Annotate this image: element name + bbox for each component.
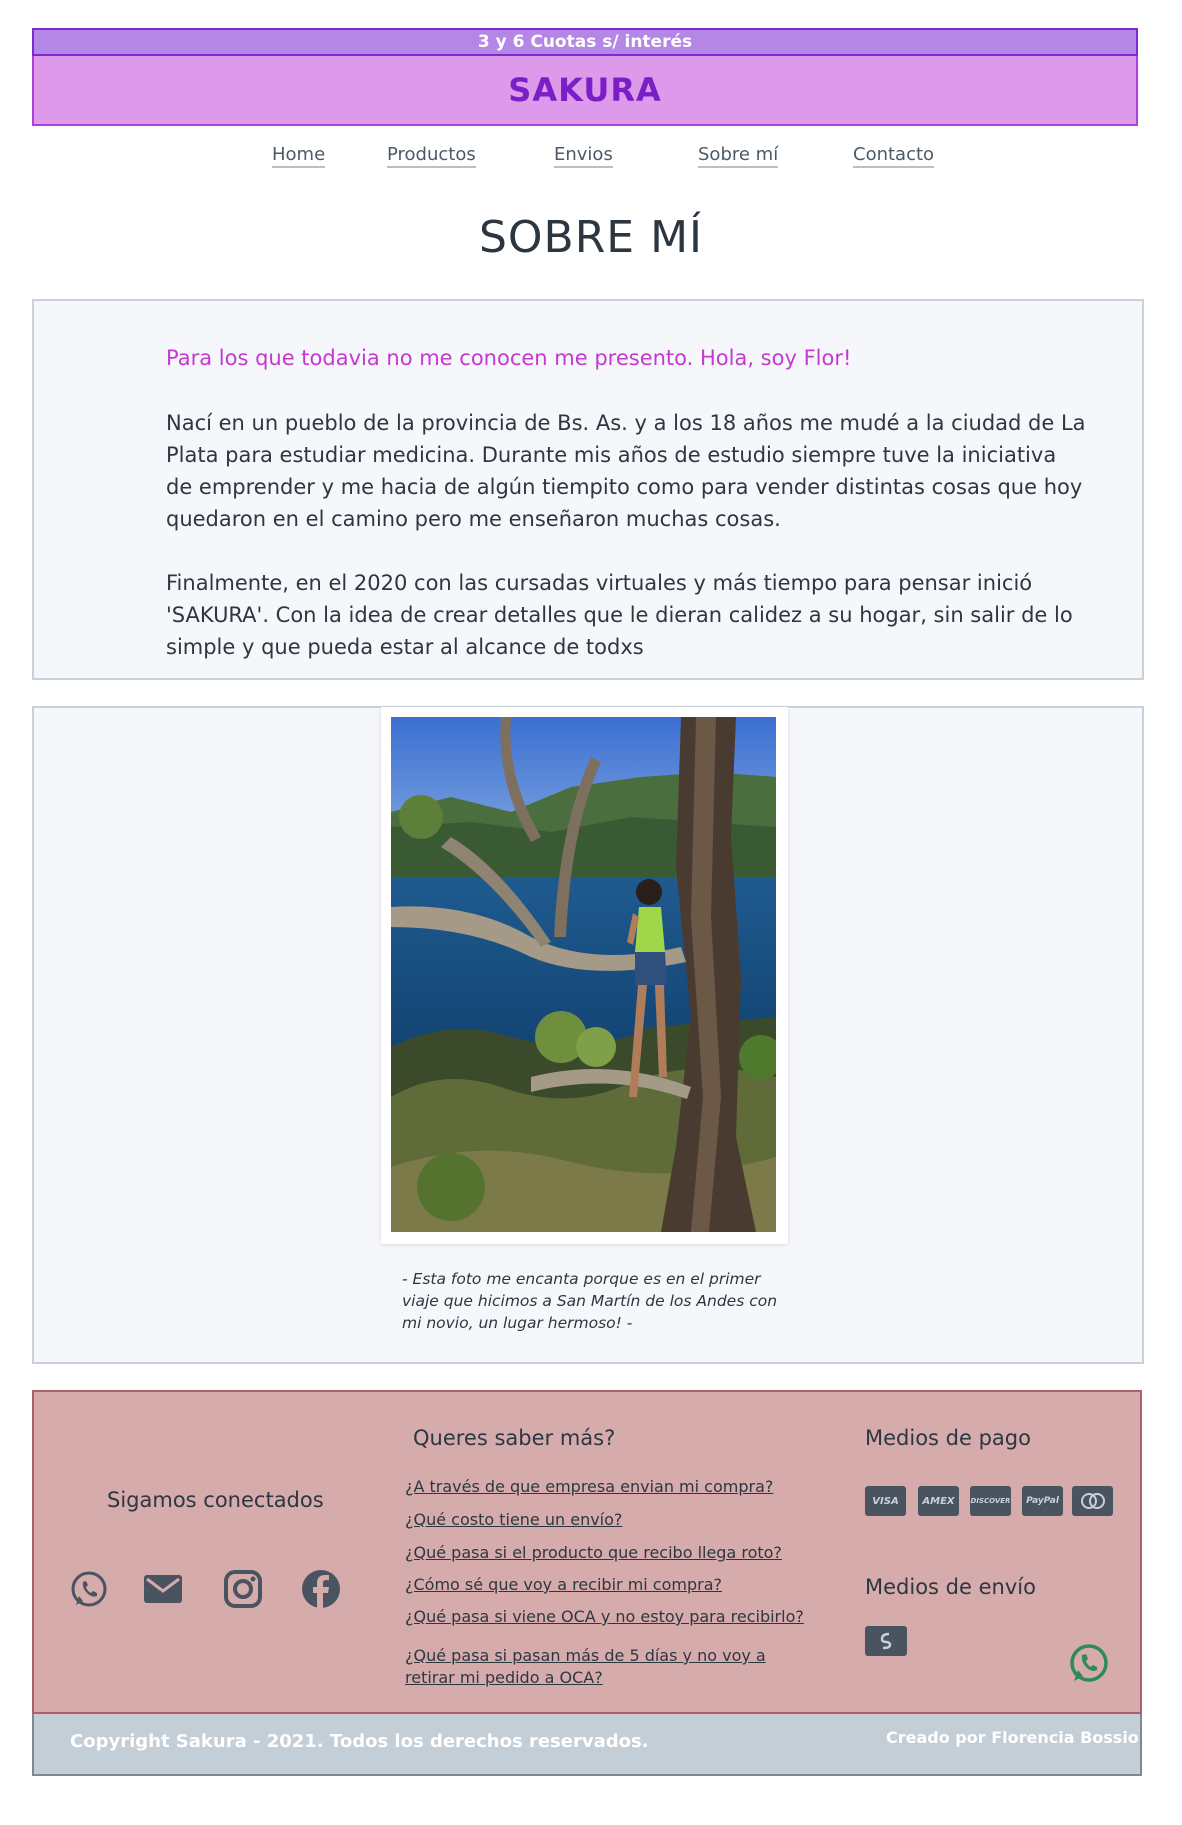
copyright-text: Copyright Sakura - 2021. Todos los derec… [70, 1731, 649, 1752]
brand-header: SAKURA [32, 56, 1138, 126]
nav-contacto[interactable]: Contacto [853, 144, 935, 168]
mastercard-icon [1072, 1486, 1113, 1516]
whatsapp-float-icon[interactable] [1066, 1640, 1112, 1686]
faq-link[interactable]: ¿Qué pasa si pasan más de 5 días y no vo… [405, 1645, 795, 1689]
discover-label: DISCOVER [970, 1497, 1011, 1505]
faq-heading: Queres saber más? [413, 1426, 616, 1450]
nav-sobre-mi[interactable]: Sobre mí [698, 144, 779, 168]
credits-text: Creado por Florencia Bossio [886, 1728, 1139, 1747]
discover-icon: DISCOVER [970, 1486, 1011, 1516]
brand-logo-text[interactable]: SAKURA [508, 71, 661, 109]
instagram-icon[interactable] [222, 1568, 264, 1610]
paypal-label: PayPal [1026, 1496, 1059, 1506]
mail-icon[interactable] [142, 1568, 184, 1610]
about-intro: Para los que todavia no me conocen me pr… [166, 346, 852, 370]
promo-bar: 3 y 6 Cuotas s/ interés [32, 28, 1138, 56]
amex-label: AMEX [922, 1495, 955, 1507]
payment-heading: Medios de pago [865, 1426, 1031, 1450]
oca-shipping-icon [865, 1626, 907, 1656]
about-paragraph: Finalmente, en el 2020 con las cursadas … [166, 571, 1073, 659]
paypal-icon: PayPal [1022, 1486, 1063, 1516]
nav-productos[interactable]: Productos [387, 144, 476, 168]
faq-link[interactable]: ¿Cómo sé que voy a recibir mi compra? [405, 1574, 722, 1596]
nav-home[interactable]: Home [272, 144, 326, 168]
faq-link[interactable]: ¿Qué costo tiene un envío? [405, 1509, 622, 1531]
faq-link[interactable]: ¿A través de que empresa envian mi compr… [405, 1476, 773, 1498]
whatsapp-icon[interactable] [68, 1568, 110, 1610]
social-heading: Sigamos conectados [107, 1488, 324, 1512]
facebook-icon[interactable] [300, 1568, 342, 1610]
travel-photo [391, 717, 776, 1232]
visa-icon: VISA [865, 1486, 906, 1516]
page-title: SOBRE MÍ [478, 212, 704, 263]
about-paragraph: Nací en un pueblo de la provincia de Bs.… [166, 411, 1086, 531]
shipping-heading: Medios de envío [865, 1575, 1036, 1599]
visa-label: VISA [872, 1495, 899, 1507]
nav-envios[interactable]: Envios [554, 144, 613, 168]
faq-link[interactable]: ¿Qué pasa si viene OCA y no estoy para r… [405, 1606, 804, 1628]
faq-link[interactable]: ¿Qué pasa si el producto que recibo lleg… [405, 1542, 782, 1564]
amex-icon: AMEX [918, 1486, 959, 1516]
photo-caption: - Esta foto me encanta porque es en el p… [402, 1270, 778, 1332]
promo-text: 3 y 6 Cuotas s/ interés [477, 32, 693, 52]
